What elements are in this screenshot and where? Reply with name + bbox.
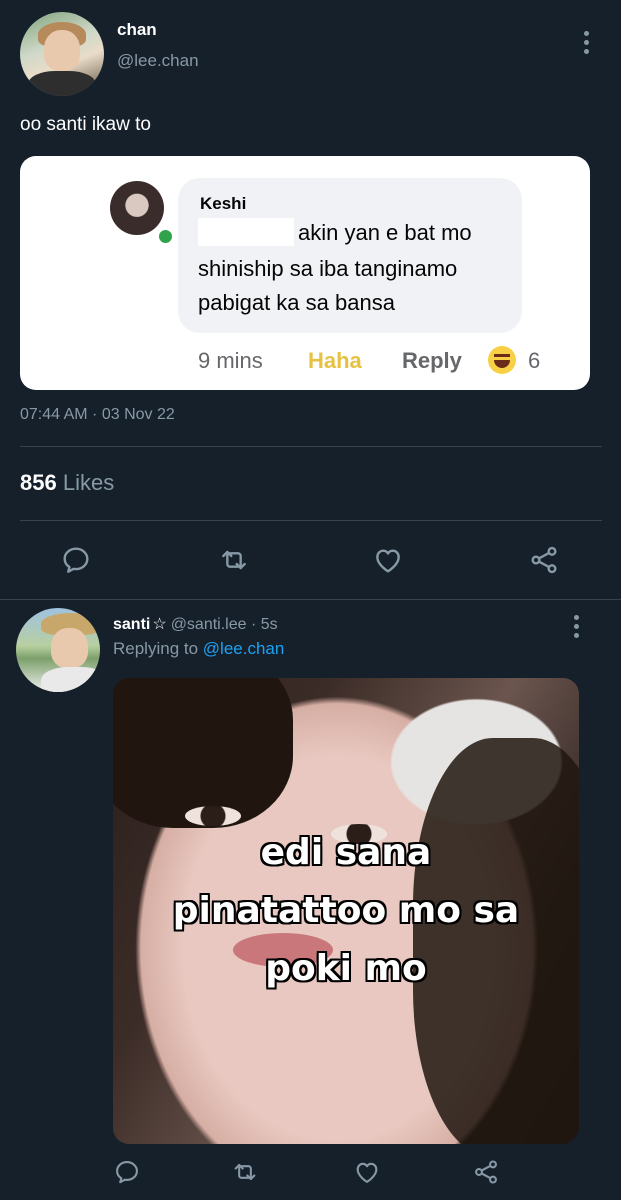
- comment-reaction-count: 6: [528, 348, 541, 373]
- replying-prefix: Replying to: [113, 639, 199, 658]
- commenter-avatar: [110, 181, 164, 235]
- reply-icon[interactable]: [113, 1158, 141, 1186]
- reply-handle-time[interactable]: @santi.lee · 5s: [171, 616, 278, 633]
- reply-icon[interactable]: [60, 544, 92, 576]
- embedded-comment-image[interactable]: Keshi akin yan e bat mo shiniship sa iba…: [20, 156, 590, 390]
- main-author-avatar[interactable]: [20, 12, 104, 96]
- meme-line-2: pinatattoo mo sa: [172, 890, 520, 931]
- avatar-shirt: [28, 70, 96, 96]
- tweet-thread: chan @lee.chan oo santi ikaw to Keshi ak…: [0, 0, 621, 1200]
- avatar-face: [43, 30, 81, 71]
- avatar-shirt: [41, 666, 100, 692]
- tweet-timestamp[interactable]: 07:44 AM · 03 Nov 22: [20, 406, 175, 424]
- reply-meme-image[interactable]: edi sana pinatattoo mo sa poki mo: [113, 678, 579, 1144]
- comment-bubble: Keshi akin yan e bat mo shiniship sa iba…: [178, 178, 522, 333]
- reply-header: santi ☆ @santi.lee · 5s: [113, 614, 278, 634]
- meme-line-3: poki mo: [265, 948, 427, 989]
- meme-line-1: edi sana: [260, 832, 432, 873]
- more-icon[interactable]: [584, 31, 590, 58]
- redacted-mention: [198, 218, 294, 246]
- comment-line-2: shiniship sa iba tanginamo: [198, 256, 458, 281]
- comment-reply-label: Reply: [402, 348, 462, 373]
- replying-to-link[interactable]: @lee.chan: [203, 639, 285, 658]
- main-author-handle[interactable]: @lee.chan: [117, 51, 199, 71]
- replying-to: Replying to @lee.chan: [113, 639, 284, 659]
- divider: [20, 520, 602, 521]
- comment-haha-label: Haha: [308, 348, 362, 373]
- share-icon[interactable]: [528, 544, 560, 576]
- haha-icon: [488, 346, 516, 374]
- tweet-separator: [0, 599, 621, 600]
- share-icon[interactable]: [472, 1158, 500, 1186]
- star-icon: ☆: [152, 616, 167, 633]
- online-status-icon: [157, 228, 174, 245]
- reply-author-avatar[interactable]: [16, 608, 100, 692]
- more-icon[interactable]: [574, 615, 580, 642]
- like-icon[interactable]: [353, 1158, 381, 1186]
- comment-time: 9 mins: [198, 348, 263, 373]
- divider: [20, 446, 602, 447]
- comment-line-3: pabigat ka sa bansa: [198, 290, 395, 315]
- likes-label: Likes: [62, 470, 115, 495]
- likes-count: 856: [20, 470, 57, 495]
- main-author-name[interactable]: chan: [117, 20, 157, 40]
- retweet-icon[interactable]: [231, 1158, 259, 1186]
- comment-author: Keshi: [200, 194, 247, 213]
- retweet-icon[interactable]: [218, 544, 250, 576]
- eye-shape: [185, 806, 241, 826]
- avatar-face: [51, 628, 89, 669]
- reply-author-name[interactable]: santi: [113, 616, 150, 633]
- main-tweet-text: oo santi ikaw to: [20, 114, 151, 135]
- like-icon[interactable]: [372, 544, 404, 576]
- likes-row[interactable]: 856 Likes: [20, 470, 114, 496]
- hair-shape: [113, 678, 293, 828]
- comment-line-1: akin yan e bat mo: [298, 220, 472, 245]
